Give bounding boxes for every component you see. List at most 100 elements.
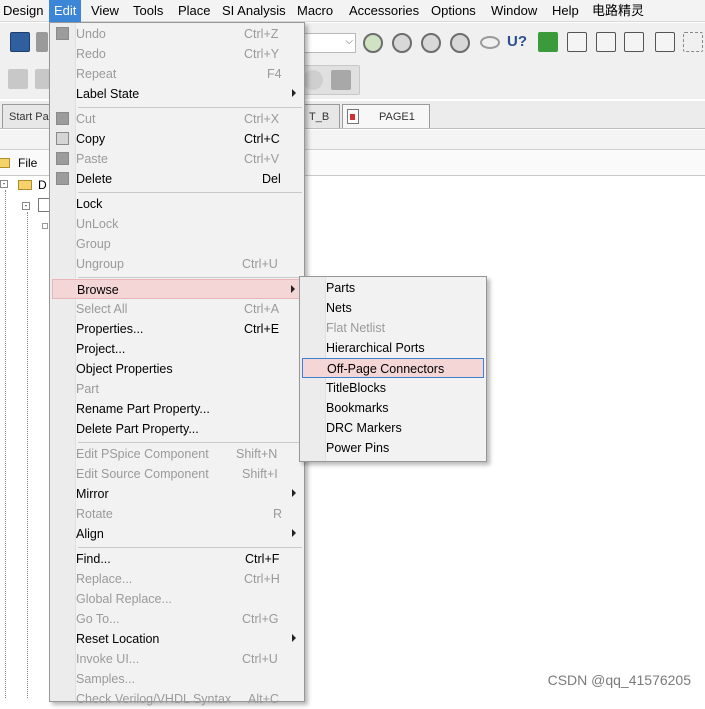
menu-item-delete[interactable]: DeleteDel	[52, 169, 302, 189]
menu-edit[interactable]: Edit	[49, 0, 81, 22]
menu-item-part[interactable]: Part	[52, 379, 302, 399]
menu-view[interactable]: View	[86, 0, 124, 22]
menu-item-undo[interactable]: UndoCtrl+Z	[52, 24, 302, 44]
cross-ref-icon[interactable]	[624, 32, 644, 52]
schematic-page-icon	[347, 109, 359, 124]
collapse-icon[interactable]: -	[0, 180, 8, 188]
menu-item-label-state[interactable]: Label State	[52, 84, 302, 104]
menu-item-invoke-ui[interactable]: Invoke UI...Ctrl+U	[52, 649, 302, 669]
menu-item-cut[interactable]: CutCtrl+X	[52, 109, 302, 129]
menu-circuit-wizard[interactable]: 电路精灵	[587, 0, 649, 22]
menu-macro[interactable]: Macro	[292, 0, 338, 22]
submenu-item-off-page-connectors[interactable]: Off-Page Connectors	[302, 358, 484, 378]
tree-line	[5, 190, 6, 698]
menu-window[interactable]: Window	[486, 0, 542, 22]
menu-item-label: Check Verilog/VHDL Syntax	[76, 689, 231, 709]
tab-start-page[interactable]: Start Pa	[2, 104, 52, 128]
submenu-item-power-pins[interactable]: Power Pins	[302, 438, 484, 458]
save-icon[interactable]	[10, 32, 30, 52]
menu-item-redo[interactable]: Redo Ctrl+Y	[52, 44, 302, 64]
menu-item-label: Repeat	[76, 64, 116, 84]
menu-item-properties[interactable]: Properties...Ctrl+E	[52, 319, 302, 339]
submenu-item-hierarchical-ports[interactable]: Hierarchical Ports	[302, 338, 484, 358]
expand-icon[interactable]	[42, 223, 48, 229]
menu-item-go-to[interactable]: Go To...Ctrl+G	[52, 609, 302, 629]
menu-place[interactable]: Place	[173, 0, 216, 22]
menu-si-analysis[interactable]: SI Analysis	[217, 0, 291, 22]
zoom-out-icon[interactable]	[392, 33, 412, 53]
menu-item-unlock[interactable]: UnLock	[52, 214, 302, 234]
menu-item-label: Redo	[76, 44, 106, 64]
menu-options[interactable]: Options	[426, 0, 481, 22]
menu-item-replace[interactable]: Replace...Ctrl+H	[52, 569, 302, 589]
menu-item-align[interactable]: Align	[52, 524, 302, 544]
menu-item-paste[interactable]: PasteCtrl+V	[52, 149, 302, 169]
drc-icon[interactable]	[538, 32, 558, 52]
menu-item-label: Project...	[76, 339, 125, 359]
menu-help[interactable]: Help	[547, 0, 584, 22]
submenu-item-bookmarks[interactable]: Bookmarks	[302, 398, 484, 418]
menu-item-check-verilog-vhdl-syntax[interactable]: Check Verilog/VHDL SyntaxAlt+C	[52, 689, 302, 709]
menu-item-edit-pspice-component[interactable]: Edit PSpice ComponentShift+N	[52, 444, 302, 464]
shortcut-label: F4	[267, 64, 282, 84]
zoom-combo[interactable]: ⌵	[300, 33, 356, 53]
submenu-item-titleblocks[interactable]: TitleBlocks	[302, 378, 484, 398]
report-icon[interactable]	[655, 32, 675, 52]
menu-item-reset-location[interactable]: Reset Location	[52, 629, 302, 649]
menu-item-copy[interactable]: CopyCtrl+C	[52, 129, 302, 149]
file-label[interactable]: File	[18, 156, 37, 170]
submenu-item-parts[interactable]: Parts	[302, 278, 484, 298]
menu-tools[interactable]: Tools	[128, 0, 168, 22]
menu-item-label: Select All	[76, 299, 127, 319]
menu-item-label: Parts	[326, 278, 355, 298]
menu-item-label: Bookmarks	[326, 398, 389, 418]
menu-separator	[78, 277, 302, 278]
menu-item-delete-part-property[interactable]: Delete Part Property...	[52, 419, 302, 439]
collapse-icon[interactable]: -	[22, 202, 30, 210]
eye-icon[interactable]	[480, 36, 500, 49]
shortcut-label: Ctrl+H	[244, 569, 280, 589]
tab-partial[interactable]: T_B	[302, 104, 340, 128]
tab-page1[interactable]: PAGE1	[342, 104, 430, 128]
submenu-item-nets[interactable]: Nets	[302, 298, 484, 318]
menu-item-label: Object Properties	[76, 359, 173, 379]
zoom-in-icon[interactable]	[363, 33, 383, 53]
menu-item-edit-source-component[interactable]: Edit Source ComponentShift+I	[52, 464, 302, 484]
menu-item-repeat[interactable]: Repeat F4	[52, 64, 302, 84]
menu-design[interactable]: Design	[0, 0, 48, 22]
menu-item-rotate[interactable]: RotateR	[52, 504, 302, 524]
probe-icon[interactable]	[331, 70, 351, 90]
shortcut-label: Ctrl+Y	[244, 44, 279, 64]
menu-item-find[interactable]: Find...Ctrl+F	[52, 549, 302, 569]
marker-icon[interactable]	[303, 70, 323, 90]
print-icon[interactable]	[36, 32, 48, 52]
netlist-icon[interactable]	[567, 32, 587, 52]
menu-item-select-all[interactable]: Select AllCtrl+A	[52, 299, 302, 319]
menu-item-rename-part-property[interactable]: Rename Part Property...	[52, 399, 302, 419]
grid-icon[interactable]	[683, 32, 703, 52]
menu-item-label: Label State	[76, 84, 139, 104]
shortcut-label: Del	[262, 169, 281, 189]
menu-item-group[interactable]: Group	[52, 234, 302, 254]
pspice-icon[interactable]	[8, 69, 28, 89]
menu-item-label: Copy	[76, 129, 105, 149]
menu-item-label: Edit Source Component	[76, 464, 209, 484]
tree-root-label[interactable]: D	[38, 178, 47, 192]
menu-item-browse[interactable]: Browse	[52, 279, 302, 299]
menu-item-samples[interactable]: Samples...	[52, 669, 302, 689]
menu-accessories[interactable]: Accessories	[344, 0, 424, 22]
menu-item-lock[interactable]: Lock	[52, 194, 302, 214]
menu-item-label: Properties...	[76, 319, 143, 339]
annotate-icon[interactable]: U?	[507, 32, 527, 52]
menu-item-ungroup[interactable]: UngroupCtrl+U	[52, 254, 302, 274]
bom-icon[interactable]	[596, 32, 616, 52]
menu-item-mirror[interactable]: Mirror	[52, 484, 302, 504]
submenu-item-flat-netlist[interactable]: Flat Netlist	[302, 318, 484, 338]
submenu-item-drc-markers[interactable]: DRC Markers	[302, 418, 484, 438]
menu-item-project[interactable]: Project...	[52, 339, 302, 359]
zoom-all-icon[interactable]	[450, 33, 470, 53]
menu-item-global-replace[interactable]: Global Replace...	[52, 589, 302, 609]
copy-icon	[56, 132, 69, 145]
zoom-area-icon[interactable]	[421, 33, 441, 53]
menu-item-object-properties[interactable]: Object Properties	[52, 359, 302, 379]
